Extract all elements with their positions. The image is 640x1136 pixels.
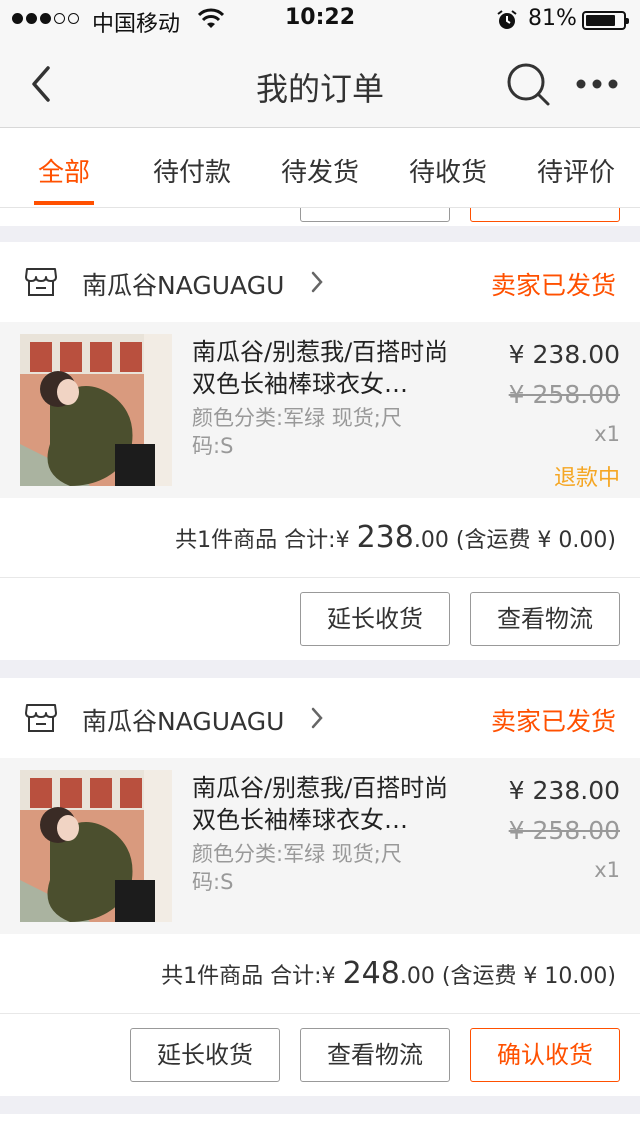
- status-bar: 中国移动 10:22 81%: [0, 0, 640, 40]
- order-card: 南瓜谷NAGUAGU 卖家已发货 南瓜谷/别惹我/百搭时尚双色长袖棒球衣女… 颜…: [0, 242, 640, 660]
- product-image: [20, 334, 172, 486]
- product-quantity: x1: [594, 858, 620, 882]
- total-amount: 238: [356, 520, 414, 555]
- item-count: 共1件商品: [161, 964, 264, 989]
- item-count: 共1件商品: [175, 528, 278, 553]
- previous-order-actions: [0, 208, 640, 226]
- previous-order-primary-button[interactable]: [470, 208, 620, 222]
- total-decimal: .00: [399, 964, 435, 989]
- tab-pending-review[interactable]: 待评价: [512, 128, 640, 207]
- product-original-price: ¥ 258.00: [508, 816, 620, 845]
- product-quantity: x1: [594, 422, 620, 446]
- currency-symbol: ¥: [335, 528, 350, 553]
- search-icon[interactable]: [504, 60, 552, 108]
- shop-name: 南瓜谷NAGUAGU: [82, 271, 285, 300]
- refund-status[interactable]: 退款中: [554, 460, 620, 492]
- previous-order-button[interactable]: [300, 208, 450, 222]
- product-original-price: ¥ 258.00: [508, 380, 620, 409]
- product-price: ¥ 238.00: [508, 340, 620, 369]
- shipping-fee: (含运费 ¥ 10.00): [441, 964, 616, 989]
- shop-name: 南瓜谷NAGUAGU: [82, 707, 285, 736]
- tab-pending-shipment[interactable]: 待发货: [256, 128, 384, 207]
- product-price: ¥ 238.00: [508, 776, 620, 805]
- order-tabs: 全部 待付款 待发货 待收货 待评价: [0, 128, 640, 208]
- alarm-icon: [497, 10, 517, 29]
- product-sku: 颜色分类:军绿 现货;尺码:S: [192, 406, 402, 458]
- shop-icon: [25, 268, 57, 296]
- product-sku: 颜色分类:军绿 现货;尺码:S: [192, 842, 402, 894]
- total-decimal: .00: [413, 528, 449, 553]
- order-card: 南瓜谷NAGUAGU 卖家已发货 南瓜谷/别惹我/百搭时尚双色长袖棒球衣女… 颜…: [0, 678, 640, 1096]
- extend-receipt-button[interactable]: 延长收货: [300, 592, 450, 646]
- shop-row[interactable]: 南瓜谷NAGUAGU 卖家已发货: [0, 678, 640, 758]
- order-summary: 共1件商品 合计:¥ 238.00 (含运费 ¥ 0.00): [0, 498, 640, 578]
- order-status: 卖家已发货: [490, 271, 616, 300]
- shop-icon: [25, 704, 57, 732]
- order-actions: 延长收货 查看物流 确认收货: [0, 1014, 640, 1096]
- order-item[interactable]: 南瓜谷/别惹我/百搭时尚双色长袖棒球衣女… 颜色分类:军绿 现货;尺码:S ¥ …: [0, 322, 640, 498]
- view-logistics-button[interactable]: 查看物流: [470, 592, 620, 646]
- product-image: [20, 770, 172, 922]
- extend-receipt-button[interactable]: 延长收货: [130, 1028, 280, 1082]
- chevron-right-icon: [311, 271, 323, 293]
- battery-percent: 81%: [528, 6, 577, 31]
- tab-all[interactable]: 全部: [0, 128, 128, 207]
- order-summary: 共1件商品 合计:¥ 248.00 (含运费 ¥ 10.00): [0, 934, 640, 1014]
- shipping-fee: (含运费 ¥ 0.00): [455, 528, 616, 553]
- battery-icon: [582, 11, 629, 30]
- confirm-receipt-button[interactable]: 确认收货: [470, 1028, 620, 1082]
- order-actions: 延长收货 查看物流: [0, 578, 640, 660]
- tab-pending-receipt[interactable]: 待收货: [384, 128, 512, 207]
- next-order-card: [0, 1114, 640, 1136]
- nav-bar: 我的订单: [0, 40, 640, 128]
- total-amount: 248: [342, 956, 400, 991]
- shop-row[interactable]: 南瓜谷NAGUAGU 卖家已发货: [0, 242, 640, 322]
- product-title: 南瓜谷/别惹我/百搭时尚双色长袖棒球衣女…: [192, 774, 449, 834]
- total-label: 合计:: [284, 528, 336, 553]
- order-status: 卖家已发货: [490, 707, 616, 736]
- product-title: 南瓜谷/别惹我/百搭时尚双色长袖棒球衣女…: [192, 338, 449, 398]
- view-logistics-button[interactable]: 查看物流: [300, 1028, 450, 1082]
- total-label: 合计:: [270, 964, 322, 989]
- currency-symbol: ¥: [321, 964, 336, 989]
- tab-pending-payment[interactable]: 待付款: [128, 128, 256, 207]
- chevron-right-icon: [311, 707, 323, 729]
- order-item[interactable]: 南瓜谷/别惹我/百搭时尚双色长袖棒球衣女… 颜色分类:军绿 现货;尺码:S ¥ …: [0, 758, 640, 934]
- more-icon[interactable]: [574, 74, 620, 94]
